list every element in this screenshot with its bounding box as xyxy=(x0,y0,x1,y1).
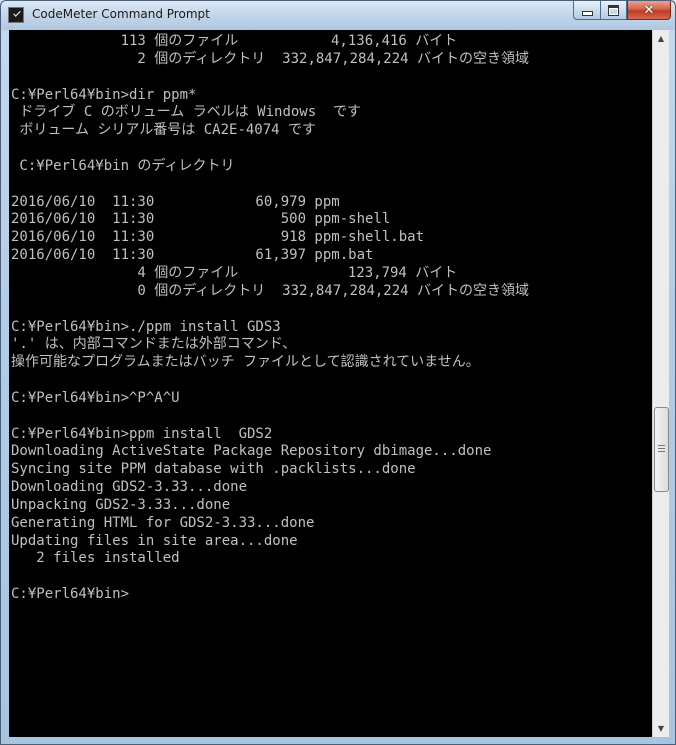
console-line: Downloading ActiveState Package Reposito… xyxy=(11,443,492,460)
console-output[interactable]: 113 個のファイル 4,136,416 バイト 2 個のディレクトリ 332,… xyxy=(9,30,652,737)
console-line: 2016/06/10 11:30 60,979 ppm xyxy=(11,193,340,210)
console-line: Updating files in site area...done xyxy=(11,532,298,549)
console-lines: 113 個のファイル 4,136,416 バイト 2 個のディレクトリ 332,… xyxy=(11,33,529,604)
console-line: 4 個のファイル 123,794 バイト xyxy=(11,264,458,281)
console-line: C:¥Perl64¥bin>^P^A^U xyxy=(11,389,180,406)
console-line: C:¥Perl64¥bin>./ppm install GDS3 xyxy=(11,318,281,335)
console-window: CodeMeter Command Prompt ✕ 113 個のファイル 4,… xyxy=(0,0,676,745)
grip-icon xyxy=(658,445,665,452)
console-line: 0 個のディレクトリ 332,847,284,224 バイトの空き領域 xyxy=(11,282,530,299)
scroll-thumb[interactable] xyxy=(654,407,669,492)
close-icon: ✕ xyxy=(643,2,655,18)
console-icon[interactable] xyxy=(8,7,24,23)
console-line: C:¥Perl64¥bin> xyxy=(11,586,130,603)
console-line: 113 個のファイル 4,136,416 バイト xyxy=(11,33,458,49)
console-line: Syncing site PPM database with .packlist… xyxy=(11,461,416,478)
title-bar[interactable]: CodeMeter Command Prompt ✕ xyxy=(1,1,675,30)
minimize-button[interactable] xyxy=(573,1,600,20)
console-line: Downloading GDS2-3.33...done xyxy=(11,479,248,496)
chevron-up-icon: ▲ xyxy=(657,34,665,43)
console-line: C:¥Perl64¥bin>dir ppm* xyxy=(11,86,197,103)
window-title: CodeMeter Command Prompt xyxy=(32,7,210,21)
console-line: C:¥Perl64¥bin>ppm install GDS2 xyxy=(11,425,273,442)
console-line: ドライブ C のボリューム ラベルは Windows です xyxy=(11,104,362,121)
console-line: 2 files installed xyxy=(11,550,180,567)
console-line: '.' は、内部コマンドまたは外部コマンド、 xyxy=(11,336,297,353)
console-line: ボリューム シリアル番号は CA2E-4074 です xyxy=(11,122,317,139)
maximize-button[interactable] xyxy=(600,1,627,20)
console-line: C:¥Perl64¥bin のディレクトリ xyxy=(11,157,235,174)
console-line: 2016/06/10 11:30 918 ppm-shell.bat xyxy=(11,229,425,246)
caption-buttons: ✕ xyxy=(573,1,671,21)
minimize-icon xyxy=(581,10,593,16)
vertical-scrollbar[interactable]: ▲ ▼ xyxy=(652,30,669,737)
console-line: 2016/06/10 11:30 61,397 ppm.bat xyxy=(11,247,374,264)
chevron-down-icon: ▼ xyxy=(657,724,665,733)
close-button[interactable]: ✕ xyxy=(627,1,671,20)
console-line: 操作可能なプログラムまたはバッチ ファイルとして認識されていません。 xyxy=(11,354,480,371)
console-line: Unpacking GDS2-3.33...done xyxy=(11,496,231,513)
console-line: 2 個のディレクトリ 332,847,284,224 バイトの空き領域 xyxy=(11,50,530,67)
console-line: Generating HTML for GDS2-3.33...done xyxy=(11,514,315,531)
maximize-icon xyxy=(608,4,619,16)
scroll-up-button[interactable]: ▲ xyxy=(653,30,669,47)
console-line: 2016/06/10 11:30 500 ppm-shell xyxy=(11,211,391,228)
scroll-down-button[interactable]: ▼ xyxy=(653,720,669,737)
